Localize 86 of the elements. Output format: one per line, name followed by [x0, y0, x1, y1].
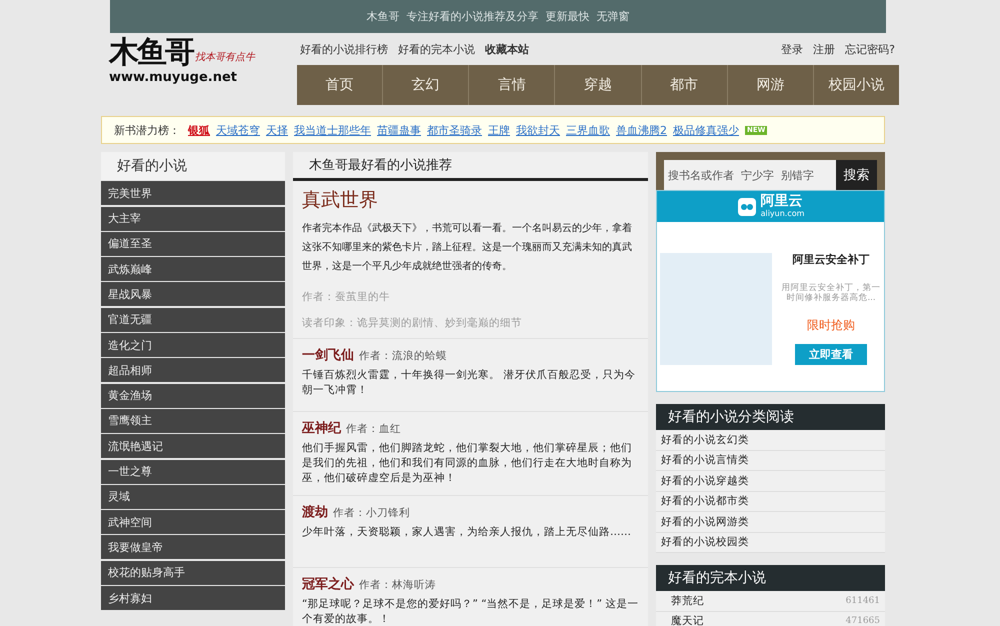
sidebar-item[interactable]: 星战风暴	[101, 282, 285, 306]
book-link[interactable]: 兽血沸腾2	[616, 122, 667, 138]
featured-author: 作者：蚕茧里的牛	[302, 290, 391, 304]
featured-description: 作者完本作品《武极天下》，书荒可以看一看。一个名叫易云的少年，拿着这张不知哪里来的紫色卡片，踏上征程。这是一个瑰丽而又充满未知的真武世界，这是一个平凡少年成就绝世强者的传奇。	[302, 222, 633, 274]
book-title[interactable]: 渡劫	[302, 503, 328, 521]
site-tagline-bar: 木鱼哥 专注好看的小说推荐及分享 更新最快 无弹窗	[110, 0, 886, 33]
sidebar-item[interactable]: 武炼巅峰	[101, 257, 285, 282]
sidebar-item[interactable]: 流氓艳遇记	[101, 434, 285, 458]
account-link[interactable]: 登录	[781, 42, 804, 56]
category-link[interactable]: 好看的小说校园类	[656, 532, 885, 553]
ad-promo: 限时抢购	[807, 317, 855, 334]
book-author: 作者：林海听涛	[359, 578, 436, 592]
category-link[interactable]: 好看的小说言情类	[656, 450, 885, 471]
category-link[interactable]: 好看的小说穿越类	[656, 471, 885, 492]
category-title: 好看的小说分类阅读	[656, 404, 885, 430]
featured-title[interactable]: 真武世界	[302, 187, 639, 213]
ad-title: 阿里云安全补丁	[792, 252, 870, 267]
sidebar-item[interactable]: 乡村寡妇	[101, 586, 285, 610]
sidebar-item[interactable]: 我要做皇帝	[101, 535, 285, 560]
sidebar-item[interactable]: 官道无疆	[101, 308, 285, 332]
site-url: www.muyuge.net	[109, 70, 238, 85]
account-link[interactable]: 忘记密码?	[845, 42, 895, 56]
completed-title: 好看的完本小说	[656, 565, 885, 591]
main-title: 木鱼哥最好看的小说推荐	[293, 152, 648, 181]
sidebar-title: 好看的小说	[101, 152, 285, 180]
book-title[interactable]: 冠军之心	[302, 575, 354, 593]
search-field[interactable]: 搜书名或作者 宁少字 别错字	[664, 160, 836, 190]
header-link[interactable]: 收藏本站	[485, 42, 529, 56]
nav-item[interactable]: 校园小说	[812, 65, 899, 105]
book-link[interactable]: 三界血歌	[566, 122, 610, 138]
ad-banner[interactable]: 阿里云 aliyun.com 阿里云安全补丁 用阿里云安全补丁，第一 时间修补服务器高危... 限时抢购 立即查看	[656, 190, 885, 392]
search-button[interactable]: 搜索	[836, 160, 877, 190]
nav-item[interactable]: 穿越	[554, 65, 641, 105]
sidebar-item[interactable]: 偏道至圣	[101, 232, 285, 256]
book-author: 作者：血红	[346, 422, 401, 436]
completed-book[interactable]: 魔天记 471665	[656, 612, 885, 626]
book-link[interactable]: 我欲封天	[516, 122, 560, 138]
logo-slogan: 找本哥有点牛	[195, 50, 255, 64]
nav-item[interactable]: 网游	[726, 65, 813, 105]
sidebar-item[interactable]: 完美世界	[101, 181, 285, 206]
nav-item[interactable]: 首页	[297, 65, 382, 105]
book-link[interactable]: 天域苍穹	[216, 122, 260, 138]
category-link[interactable]: 好看的小说网游类	[656, 512, 885, 532]
book-link[interactable]: 都市圣骑录	[427, 122, 482, 138]
sidebar-item[interactable]: 灵域	[101, 484, 285, 509]
book-summary: 千锤百炼烈火雷霆，十年换得一剑光寒。 潜牙伏爪百般忍受，只为今朝一飞冲霄！	[302, 368, 636, 398]
book-summary: 少年叶落，天资聪颖，家人遇害，为给亲人报仇，踏上无尽仙路……	[302, 525, 632, 540]
sidebar-item[interactable]: 大主宰	[101, 206, 285, 231]
nav-item[interactable]: 玄幻	[382, 65, 468, 105]
category-link[interactable]: 好看的小说都市类	[656, 492, 885, 512]
completed-book[interactable]: 莽荒纪 611461	[656, 591, 885, 612]
nav-item[interactable]: 言情	[468, 65, 554, 105]
header-link[interactable]: 好看的小说排行榜	[300, 42, 388, 56]
book-link[interactable]: 银狐	[188, 122, 210, 138]
header-link[interactable]: 好看的完本小说	[398, 42, 475, 56]
featured-impression: 读者印象：诡异莫测的剧情、妙到毫巅的细节	[302, 316, 523, 330]
book-link[interactable]: 天择	[266, 122, 288, 138]
ad-text: 用阿里云安全补丁，第一 时间修补服务器高危...	[782, 283, 880, 303]
book-summary: 他们手握风雷，他们脚踏龙蛇，他们掌裂大地，他们掌碎星辰；他们是我们的先祖，他们和我们有同源的血脉，他们行走在大地时自称为巫，他们破碎虚空后是为巫神！	[302, 441, 633, 486]
new-books-label: 新书潜力榜：	[114, 122, 180, 138]
sidebar-item[interactable]: 黄金渔场	[101, 384, 285, 408]
sidebar-item[interactable]: 超品相师	[101, 358, 285, 382]
site-logo[interactable]: 木鱼哥	[109, 36, 193, 70]
book-summary: “那足球呢？足球不是您的爱好吗？” “当然不是，足球是爱！” 这是一个有爱的故事。！	[302, 597, 639, 626]
book-title[interactable]: 一剑飞仙	[302, 346, 354, 364]
book-author: 作者：小刀锋利	[333, 506, 410, 520]
completed-book-title: 莽荒纪	[671, 594, 704, 608]
sidebar-item[interactable]: 校花的贴身高手	[101, 560, 285, 585]
sidebar-item[interactable]: 一世之尊	[101, 460, 285, 484]
sidebar-item[interactable]: 雪鹰领主	[101, 408, 285, 433]
category-link[interactable]: 好看的小说玄幻类	[656, 430, 885, 450]
sidebar-item[interactable]: 造化之门	[101, 333, 285, 358]
book-link[interactable]: 苗疆蛊事	[377, 122, 421, 138]
sidebar-item[interactable]: 武神空间	[101, 510, 285, 534]
view-count: 611461	[846, 596, 880, 606]
view-count: 471665	[846, 616, 880, 626]
account-link[interactable]: 注册	[813, 42, 836, 56]
ad-domain: aliyun.com	[760, 209, 804, 219]
book-link[interactable]: 我当道士那些年	[294, 122, 371, 138]
book-link[interactable]: 极品修真强少	[673, 122, 739, 138]
completed-book-title: 魔天记	[671, 614, 704, 626]
book-title[interactable]: 巫神纪	[302, 419, 341, 437]
book-author: 作者：流浪的蛤蟆	[359, 349, 447, 363]
nav-item[interactable]: 都市	[640, 65, 727, 105]
book-link[interactable]: 王牌	[488, 122, 510, 138]
ad-brand: 阿里云	[760, 194, 804, 209]
